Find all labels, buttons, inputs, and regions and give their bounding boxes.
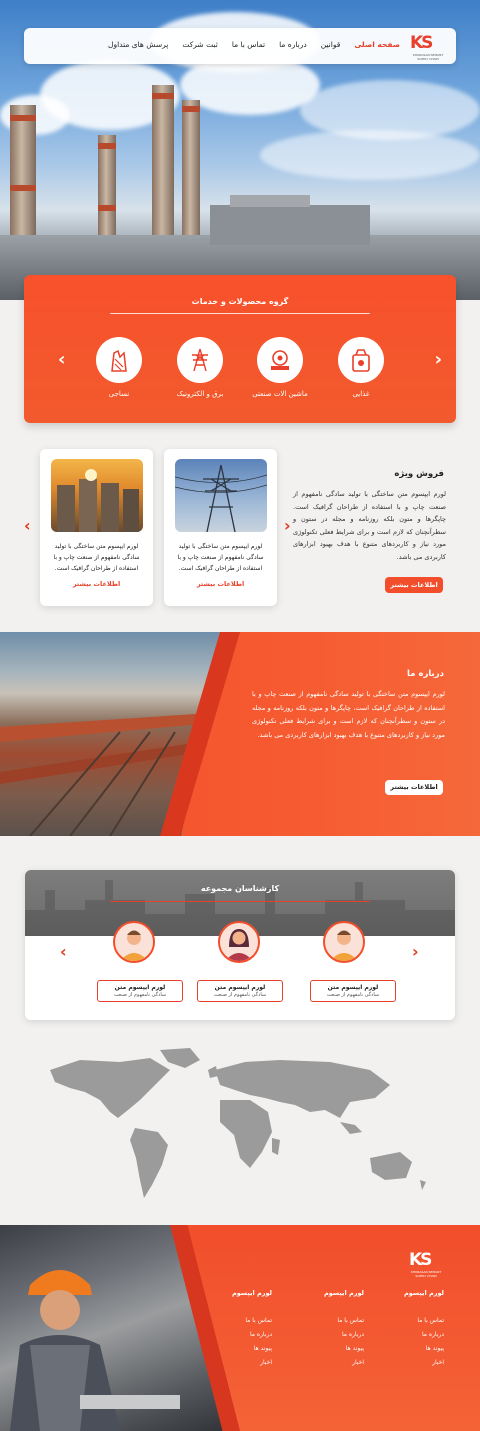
chevron-left-icon[interactable]: ‹ bbox=[24, 516, 31, 535]
footer-logo-mark: KS bbox=[409, 1250, 432, 1270]
top-navbar: KS KHORASAN SEMANT SUPPLY CHAIN صفحه اصل… bbox=[24, 28, 456, 64]
chevron-right-icon[interactable]: › bbox=[412, 942, 419, 961]
footer-link-news[interactable]: اخبار bbox=[384, 1356, 444, 1370]
expert-role: سادگی نامفهوم از صنعت bbox=[213, 992, 267, 998]
power-tower-icon[interactable] bbox=[177, 337, 223, 383]
expert-name-box: لورم ایپسوم متن سادگی نامفهوم از صنعت bbox=[197, 980, 283, 1002]
footer-link-contact[interactable]: تماس با ما bbox=[384, 1314, 444, 1328]
power-lines-image bbox=[175, 459, 267, 532]
expert-role: سادگی نامفهوم از صنعت bbox=[113, 992, 167, 998]
logo-subtitle: KHORASAN SEMANT SUPPLY CHAIN bbox=[412, 53, 444, 61]
nav-about[interactable]: درباره ما bbox=[279, 40, 307, 49]
world-map bbox=[40, 1040, 440, 1220]
footer-logo[interactable]: KS KHORASAN SEMANT SUPPLY CHAIN bbox=[409, 1250, 443, 1278]
expert-name-box: لورم ایپسوم متن سادگی نامفهوم از صنعت bbox=[97, 980, 183, 1002]
experts-title: کارشناسان مجموعه bbox=[200, 884, 280, 893]
footer-column: لورم ایپسوم تماس با ما درباره ما پیوند ه… bbox=[384, 1289, 444, 1370]
footer-column-title: لورم ایپسوم bbox=[231, 1289, 272, 1297]
about-title: درباره ما bbox=[407, 669, 444, 679]
footer-column: لورم ایپسوم تماس با ما درباره ما پیوند ه… bbox=[304, 1289, 364, 1370]
product-label-textile: نساجی bbox=[108, 390, 130, 398]
main-nav: صفحه اصلی قوانین درباره ما تماس با ما ثب… bbox=[108, 40, 400, 49]
expert-avatar bbox=[323, 921, 365, 963]
expert-avatar bbox=[113, 921, 155, 963]
footer-logo-subtitle: KHORASAN SEMANT SUPPLY CHAIN bbox=[410, 1270, 442, 1278]
expert-name-box: لورم ایپسوم متن سادگی نامفهوم از صنعت bbox=[310, 980, 396, 1002]
expert-avatar bbox=[218, 921, 260, 963]
textile-icon[interactable] bbox=[96, 337, 142, 383]
special-sale-title: فروش ویژه bbox=[394, 469, 444, 479]
special-sale-text: لورم ایپسوم متن ساختگی با تولید سادگی نا… bbox=[293, 490, 446, 561]
footer-link-about[interactable]: درباره ما bbox=[304, 1328, 364, 1342]
special-sale-more-button[interactable]: اطلاعات بیشتر bbox=[385, 577, 443, 593]
nav-faq[interactable]: پرسش های متداول bbox=[108, 40, 168, 49]
expert-role: سادگی نامفهوم از صنعت bbox=[326, 992, 380, 998]
product-card-text: لورم ایپسوم متن ساختگی با تولید سادگی نا… bbox=[53, 543, 140, 572]
chevron-right-icon[interactable]: › bbox=[284, 516, 291, 535]
product-card[interactable]: لورم ایپسوم متن ساختگی با تولید سادگی نا… bbox=[40, 449, 153, 606]
product-card-more-link[interactable]: اطلاعات بیشتر bbox=[40, 580, 153, 588]
products-title: گروه محصولات و خدمات bbox=[191, 297, 289, 306]
title-divider bbox=[110, 901, 370, 902]
title-divider bbox=[110, 313, 370, 314]
footer-link-contact[interactable]: تماس با ما bbox=[212, 1314, 272, 1328]
products-services-card: گروه محصولات و خدمات › ‹ غذایی ماشین الا… bbox=[24, 275, 456, 423]
product-label-machinery: ماشین الات صنعتی bbox=[252, 390, 308, 398]
chevron-right-icon[interactable]: › bbox=[435, 349, 442, 370]
footer-link-news[interactable]: اخبار bbox=[304, 1356, 364, 1370]
footer-link-about[interactable]: درباره ما bbox=[384, 1328, 444, 1342]
machine-icon[interactable] bbox=[257, 337, 303, 383]
expert-name: لورم ایپسوم متن bbox=[114, 984, 166, 991]
expert-name: لورم ایپسوم متن bbox=[327, 984, 379, 991]
brand-logo[interactable]: KS KHORASAN SEMANT SUPPLY CHAIN bbox=[410, 33, 446, 61]
product-label-food: غذایی bbox=[352, 390, 370, 398]
product-card-more-link[interactable]: اطلاعات بیشتر bbox=[164, 580, 277, 588]
about-more-button[interactable]: اطلاعات بیشتر bbox=[385, 780, 443, 795]
footer-link-links[interactable]: پیوند ها bbox=[304, 1342, 364, 1356]
product-card[interactable]: لورم ایپسوم متن ساختگی با تولید سادگی نا… bbox=[164, 449, 277, 606]
footer-column-title: لورم ایپسوم bbox=[403, 1289, 444, 1297]
product-card-text: لورم ایپسوم متن ساختگی با تولید سادگی نا… bbox=[177, 543, 264, 572]
footer-link-links[interactable]: پیوند ها bbox=[212, 1342, 272, 1356]
food-bag-icon[interactable] bbox=[338, 337, 384, 383]
nav-rules[interactable]: قوانین bbox=[321, 40, 341, 49]
footer-column-title: لورم ایپسوم bbox=[323, 1289, 364, 1297]
expert-name: لورم ایپسوم متن bbox=[214, 984, 266, 991]
nav-home[interactable]: صفحه اصلی bbox=[354, 40, 400, 49]
chevron-left-icon[interactable]: ‹ bbox=[58, 349, 65, 370]
product-label-electric: برق و الکترونیک bbox=[176, 390, 224, 398]
about-text: لورم ایپسوم متن ساختگی با تولید سادگی نا… bbox=[252, 690, 445, 739]
footer-link-contact[interactable]: تماس با ما bbox=[304, 1314, 364, 1328]
nav-register-company[interactable]: ثبت شرکت bbox=[182, 40, 217, 49]
footer-link-about[interactable]: درباره ما bbox=[212, 1328, 272, 1342]
footer-link-links[interactable]: پیوند ها bbox=[384, 1342, 444, 1356]
nav-contact[interactable]: تماس با ما bbox=[232, 40, 265, 49]
chevron-left-icon[interactable]: ‹ bbox=[60, 942, 67, 961]
logo-mark: KS bbox=[410, 33, 433, 53]
footer-column: لورم ایپسوم تماس با ما درباره ما پیوند ه… bbox=[212, 1289, 272, 1370]
silos-image bbox=[51, 459, 143, 532]
footer-link-news[interactable]: اخبار bbox=[212, 1356, 272, 1370]
